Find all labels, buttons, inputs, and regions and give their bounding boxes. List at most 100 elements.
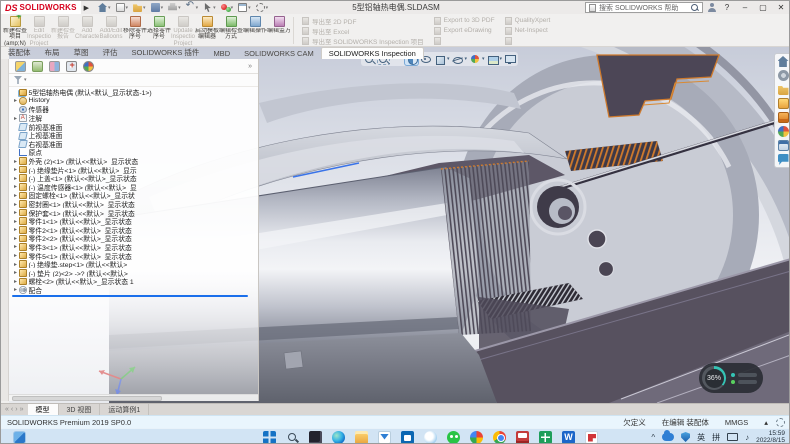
expand-caret-icon[interactable]: ▸ bbox=[12, 226, 19, 233]
quick-access-button[interactable]: ▾ bbox=[116, 3, 129, 12]
command-tab[interactable]: SOLIDWORKS CAM bbox=[237, 48, 321, 59]
tab-nav-arrow[interactable]: ‹ bbox=[11, 406, 13, 413]
ribbon-button[interactable]: Update Inspection Project bbox=[171, 15, 195, 46]
tree-row[interactable]: ▸ (-) 绝缘垫.step<1> (默认<<默认>_ bbox=[12, 260, 258, 269]
search-input[interactable]: 搜索 SOLIDWORKS 帮助 bbox=[585, 2, 703, 13]
taskbar-app[interactable] bbox=[378, 431, 391, 444]
ribbon-export-item[interactable]: Export eDrawing bbox=[434, 26, 495, 36]
ribbon-button[interactable]: 编辑操作 bbox=[243, 15, 267, 46]
tree-row[interactable]: ▸ 零件2<2> (默认<<默认>_显示状态 bbox=[12, 234, 258, 243]
view-tool-button[interactable]: ▾ bbox=[468, 53, 485, 65]
taskbar-app[interactable] bbox=[309, 431, 322, 444]
status-item[interactable]: 在编辑 装配体 bbox=[662, 417, 709, 428]
chevron-down-icon[interactable]: ▾ bbox=[143, 5, 146, 11]
minimize-button[interactable]: – bbox=[738, 3, 752, 12]
tree-row[interactable]: 5型铝轴热电偶 (默认<默认_显示状态-1>) bbox=[12, 88, 258, 97]
task-pane-tab-icon[interactable] bbox=[778, 154, 789, 165]
ribbon-button[interactable]: Add Characteristic bbox=[75, 15, 99, 46]
expand-caret-icon[interactable]: ▸ bbox=[12, 166, 19, 173]
ribbon-button[interactable]: 新建检查报告 bbox=[51, 15, 75, 46]
tree-horizontal-scrollbar[interactable] bbox=[9, 394, 258, 401]
quick-access-button[interactable]: ▾ bbox=[168, 3, 181, 12]
chevron-down-icon[interactable]: ▾ bbox=[126, 5, 129, 11]
task-pane-tab-icon[interactable] bbox=[778, 56, 789, 67]
ribbon-button[interactable]: Edit Inspection Project bbox=[27, 15, 51, 46]
expand-caret-icon[interactable]: ▸ bbox=[12, 218, 19, 225]
chevron-down-icon[interactable]: ▾ bbox=[24, 77, 27, 83]
command-tab[interactable]: 装配体 bbox=[1, 46, 38, 59]
status-item[interactable]: 欠定义 bbox=[623, 417, 646, 428]
task-pane-tab-icon[interactable] bbox=[778, 98, 789, 109]
ribbon-export-item[interactable]: Net-Inspect bbox=[505, 26, 551, 36]
ribbon-button[interactable]: Add/Edit Balloons bbox=[99, 15, 123, 46]
expand-caret-icon[interactable]: ▸ bbox=[12, 175, 19, 182]
zoom-indicator-badge[interactable]: 36% bbox=[699, 363, 763, 393]
menu-flyout-icon[interactable]: ▶ bbox=[84, 4, 89, 12]
panel-tab-icon[interactable] bbox=[49, 61, 60, 72]
tree-row[interactable]: 右视基准面 bbox=[12, 140, 258, 149]
chevron-down-icon[interactable]: ▾ bbox=[266, 5, 269, 11]
panel-tab-icon[interactable] bbox=[83, 61, 94, 72]
tree-row[interactable]: ▸ History bbox=[12, 97, 258, 106]
view-tool-button[interactable]: ▾ bbox=[486, 53, 503, 65]
chevron-down-icon[interactable]: ▾ bbox=[178, 5, 181, 11]
widgets-icon[interactable] bbox=[13, 431, 26, 444]
view-tool-button[interactable]: ▾ bbox=[433, 53, 450, 65]
tree-row[interactable]: 原点 bbox=[12, 148, 258, 157]
view-tool-button[interactable]: ▾ bbox=[451, 53, 468, 65]
expand-caret-icon[interactable]: ▸ bbox=[12, 252, 19, 259]
search-icon[interactable] bbox=[690, 3, 699, 12]
expand-caret-icon[interactable]: ▸ bbox=[12, 235, 19, 242]
expand-caret-icon[interactable]: ▸ bbox=[12, 261, 19, 268]
panel-tab-icon[interactable] bbox=[66, 61, 77, 72]
ribbon-export-item[interactable]: 导出至 2D PDF bbox=[302, 16, 424, 26]
help-button[interactable]: ? bbox=[720, 3, 734, 12]
close-button[interactable]: ✕ bbox=[774, 3, 788, 12]
tree-row[interactable]: ▸ 密封圈<1> (默认<<默认>_显示状态 bbox=[12, 200, 258, 209]
expand-caret-icon[interactable]: ▸ bbox=[12, 278, 19, 285]
tree-row[interactable]: ▸ (-) 上盖<1> (默认<<默认>_显示状态 bbox=[12, 174, 258, 183]
taskbar-clock[interactable]: 15:59 2022/8/15 bbox=[756, 430, 785, 444]
quick-access-button[interactable]: ▾ bbox=[203, 3, 216, 12]
tree-row[interactable]: ▸ (-) 绝缘垫片<1> (默认<<默认>_显示 bbox=[12, 165, 258, 174]
chevron-down-icon[interactable]: ▾ bbox=[196, 5, 199, 11]
tree-row[interactable]: ▸ (-) 温度传感器<1> (默认<<默认>_显 bbox=[12, 183, 258, 192]
expand-caret-icon[interactable]: ▸ bbox=[12, 183, 19, 190]
ribbon-button[interactable]: 新建检查项目 (amp;N) bbox=[3, 15, 27, 46]
tree-row[interactable]: ▸ 保护套<1> (默认<<默认>_显示状态 bbox=[12, 208, 258, 217]
quick-access-button[interactable]: ▾ bbox=[151, 3, 164, 12]
quick-access-button[interactable]: ▾ bbox=[221, 3, 234, 12]
status-options-icon[interactable] bbox=[776, 418, 785, 427]
ribbon-button[interactable]: 编辑监方 bbox=[267, 15, 291, 46]
ribbon-button[interactable]: 启动模板编辑器 bbox=[195, 15, 219, 46]
task-pane-tab-icon[interactable] bbox=[778, 84, 789, 95]
tree-row[interactable]: 传感器 bbox=[12, 105, 258, 114]
taskbar-app[interactable]: W bbox=[562, 431, 575, 444]
taskbar-app[interactable] bbox=[424, 431, 437, 444]
tree-row[interactable]: ▸ 零件3<1> (默认<<默认>_显示状态 bbox=[12, 243, 258, 252]
taskbar-app[interactable] bbox=[470, 431, 483, 444]
tree-row[interactable]: ▸ (-) 垫片 (2)<2> ->? (默认<<默认>_ bbox=[12, 268, 258, 277]
command-tab[interactable]: SOLIDWORKS Inspection bbox=[321, 47, 424, 59]
chevron-down-icon[interactable]: ▾ bbox=[447, 56, 450, 62]
model-tab[interactable]: 模型 bbox=[28, 404, 59, 415]
chevron-down-icon[interactable]: ▾ bbox=[248, 5, 251, 11]
taskbar-app[interactable] bbox=[447, 431, 460, 444]
taskbar-app[interactable] bbox=[585, 431, 598, 444]
ribbon-export-item[interactable]: Export to 3D PDF bbox=[434, 16, 495, 26]
tree-row[interactable]: 上视基准面 bbox=[12, 131, 258, 140]
volume-icon[interactable]: ♪ bbox=[745, 433, 749, 442]
taskbar-app[interactable] bbox=[263, 431, 276, 444]
quick-access-button[interactable]: ▾ bbox=[133, 3, 146, 12]
model-tab[interactable]: 运动算例1 bbox=[100, 404, 149, 415]
expand-caret-icon[interactable]: ▸ bbox=[12, 115, 19, 122]
chevron-down-icon[interactable]: ▾ bbox=[231, 5, 234, 11]
panel-tab-icon[interactable] bbox=[15, 61, 26, 72]
tab-nav-arrow[interactable]: › bbox=[15, 406, 17, 413]
command-tab[interactable]: 布局 bbox=[38, 46, 67, 59]
task-pane-tab-icon[interactable] bbox=[778, 126, 789, 137]
chevron-down-icon[interactable]: ▾ bbox=[482, 56, 485, 62]
model-tab[interactable]: 3D 视图 bbox=[59, 404, 101, 415]
expand-caret-icon[interactable]: ▸ bbox=[12, 201, 19, 208]
panel-tab-icon[interactable] bbox=[32, 61, 43, 72]
